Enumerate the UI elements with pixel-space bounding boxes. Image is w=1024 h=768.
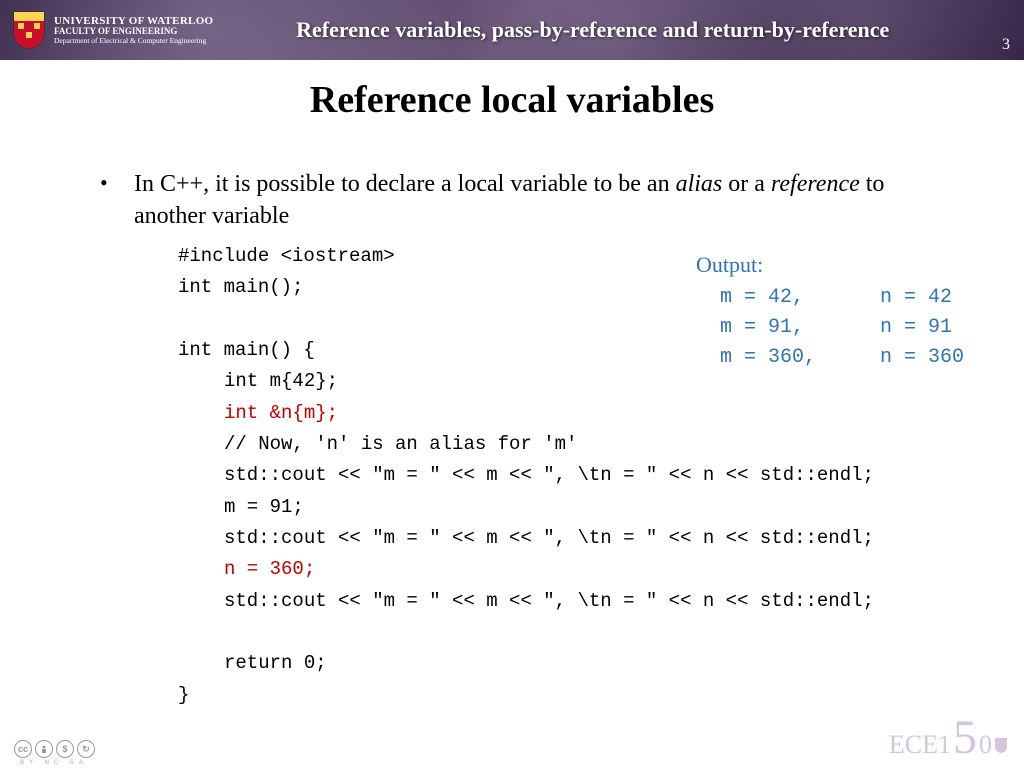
bullet-em: reference: [771, 171, 860, 197]
shield-icon: [12, 10, 46, 50]
code-line: std::cout << "m = " << m << ", \tn = " <…: [178, 460, 924, 491]
output-label: Output:: [696, 248, 964, 281]
output-block: Output: m = 42, n = 42 m = 91, n = 91 m …: [696, 248, 964, 373]
code-line: std::cout << "m = " << m << ", \tn = " <…: [178, 586, 924, 617]
output-cell: m = 42,: [720, 283, 880, 313]
code-line: }: [178, 680, 924, 711]
code-line: return 0;: [178, 648, 924, 679]
course-suffix: 0: [979, 730, 992, 760]
slide-title: Reference local variables: [0, 78, 1024, 122]
slide-header: UNIVERSITY OF WATERLOO FACULTY OF ENGINE…: [0, 0, 1024, 60]
slide-number: 3: [1002, 36, 1010, 54]
course-big-digit: 5: [953, 719, 977, 757]
code-line: [178, 617, 924, 648]
nc-icon: $: [56, 740, 74, 758]
output-cell: m = 91,: [720, 313, 880, 343]
shield-icon: [994, 737, 1008, 753]
code-line: // Now, 'n' is an alias for 'm': [178, 429, 924, 460]
course-prefix: ECE1: [889, 730, 951, 760]
course-code: ECE150: [889, 719, 1008, 760]
bullet-point: • In C++, it is possible to declare a lo…: [100, 168, 924, 233]
code-line-highlight: int &n{m};: [178, 398, 924, 429]
output-cell: n = 91: [880, 313, 952, 343]
header-topic: Reference variables, pass-by-reference a…: [213, 17, 1012, 43]
bullet-seg: In C++, it is possible to declare a loca…: [134, 171, 676, 197]
cc-labels: BY NC SA: [20, 760, 88, 766]
code-line-highlight: n = 360;: [178, 554, 924, 585]
sa-icon: ↻: [77, 740, 95, 758]
bullet-em: alias: [676, 171, 723, 197]
output-cell: m = 360,: [720, 343, 880, 373]
output-row: m = 360, n = 360: [696, 343, 964, 373]
output-row: m = 42, n = 42: [696, 283, 964, 313]
university-logo: UNIVERSITY OF WATERLOO FACULTY OF ENGINE…: [12, 10, 213, 50]
output-cell: n = 42: [880, 283, 952, 313]
by-icon: [35, 740, 53, 758]
bullet-text: In C++, it is possible to declare a loca…: [134, 168, 924, 233]
cc-license: cc $ ↻: [14, 740, 95, 758]
code-line: std::cout << "m = " << m << ", \tn = " <…: [178, 523, 924, 554]
department-name: Department of Electrical & Computer Engi…: [54, 37, 213, 45]
bullet-marker: •: [100, 168, 134, 233]
bullet-seg: or a: [722, 171, 771, 197]
code-line: m = 91;: [178, 492, 924, 523]
output-row: m = 91, n = 91: [696, 313, 964, 343]
cc-icon: cc: [14, 740, 32, 758]
slide-content: • In C++, it is possible to declare a lo…: [0, 122, 1024, 711]
output-cell: n = 360: [880, 343, 964, 373]
